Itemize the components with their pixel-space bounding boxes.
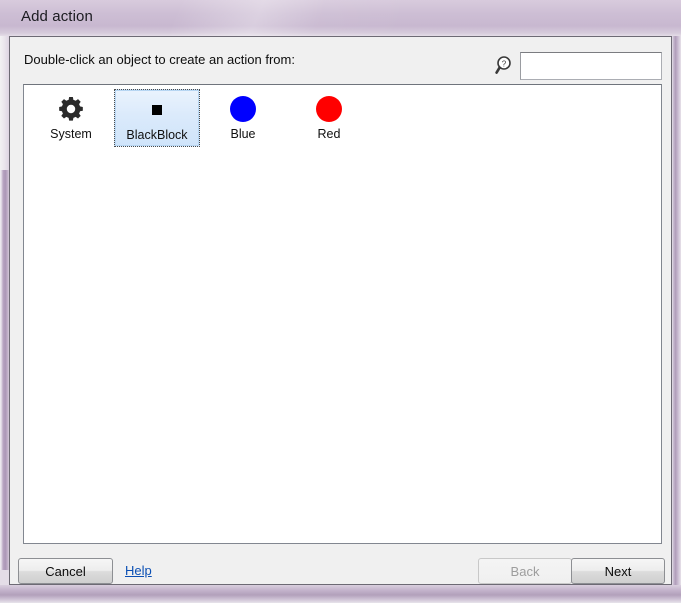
gear-icon	[55, 93, 87, 125]
instruction-label: Double-click an object to create an acti…	[24, 52, 295, 67]
window-edge-left-lower	[0, 170, 9, 570]
window-edge-right	[672, 36, 681, 585]
help-link[interactable]: Help	[125, 563, 152, 578]
cancel-button[interactable]: Cancel	[18, 558, 113, 584]
object-item-system[interactable]: System	[28, 89, 114, 147]
object-item-blue[interactable]: Blue	[200, 89, 286, 147]
titlebar-sheen	[0, 0, 681, 36]
window-edge-bottom	[0, 585, 681, 603]
object-item-red[interactable]: Red	[286, 89, 372, 147]
red-circle-icon	[313, 93, 345, 125]
svg-text:?: ?	[502, 59, 507, 68]
magnifier-question-icon: ?	[495, 55, 515, 75]
window-edge-left-upper	[0, 36, 9, 170]
dialog-client-area: Double-click an object to create an acti…	[9, 36, 672, 585]
object-item-label: BlackBlock	[126, 128, 188, 142]
object-grid: System BlackBlock Blue Red	[24, 85, 372, 147]
object-item-label: Red	[317, 127, 341, 141]
object-item-blackblock[interactable]: BlackBlock	[114, 89, 200, 147]
object-list-panel[interactable]: System BlackBlock Blue Red	[23, 84, 662, 544]
black-square-icon	[141, 94, 173, 126]
window-title: Add action	[21, 8, 93, 25]
object-item-label: System	[50, 127, 92, 141]
next-button[interactable]: Next	[571, 558, 665, 584]
search-input[interactable]	[520, 52, 662, 80]
dialog-window: Add action Double-click an object to cre…	[0, 0, 681, 603]
object-item-label: Blue	[230, 127, 256, 141]
back-button[interactable]: Back	[478, 558, 572, 584]
blue-circle-icon	[227, 93, 259, 125]
